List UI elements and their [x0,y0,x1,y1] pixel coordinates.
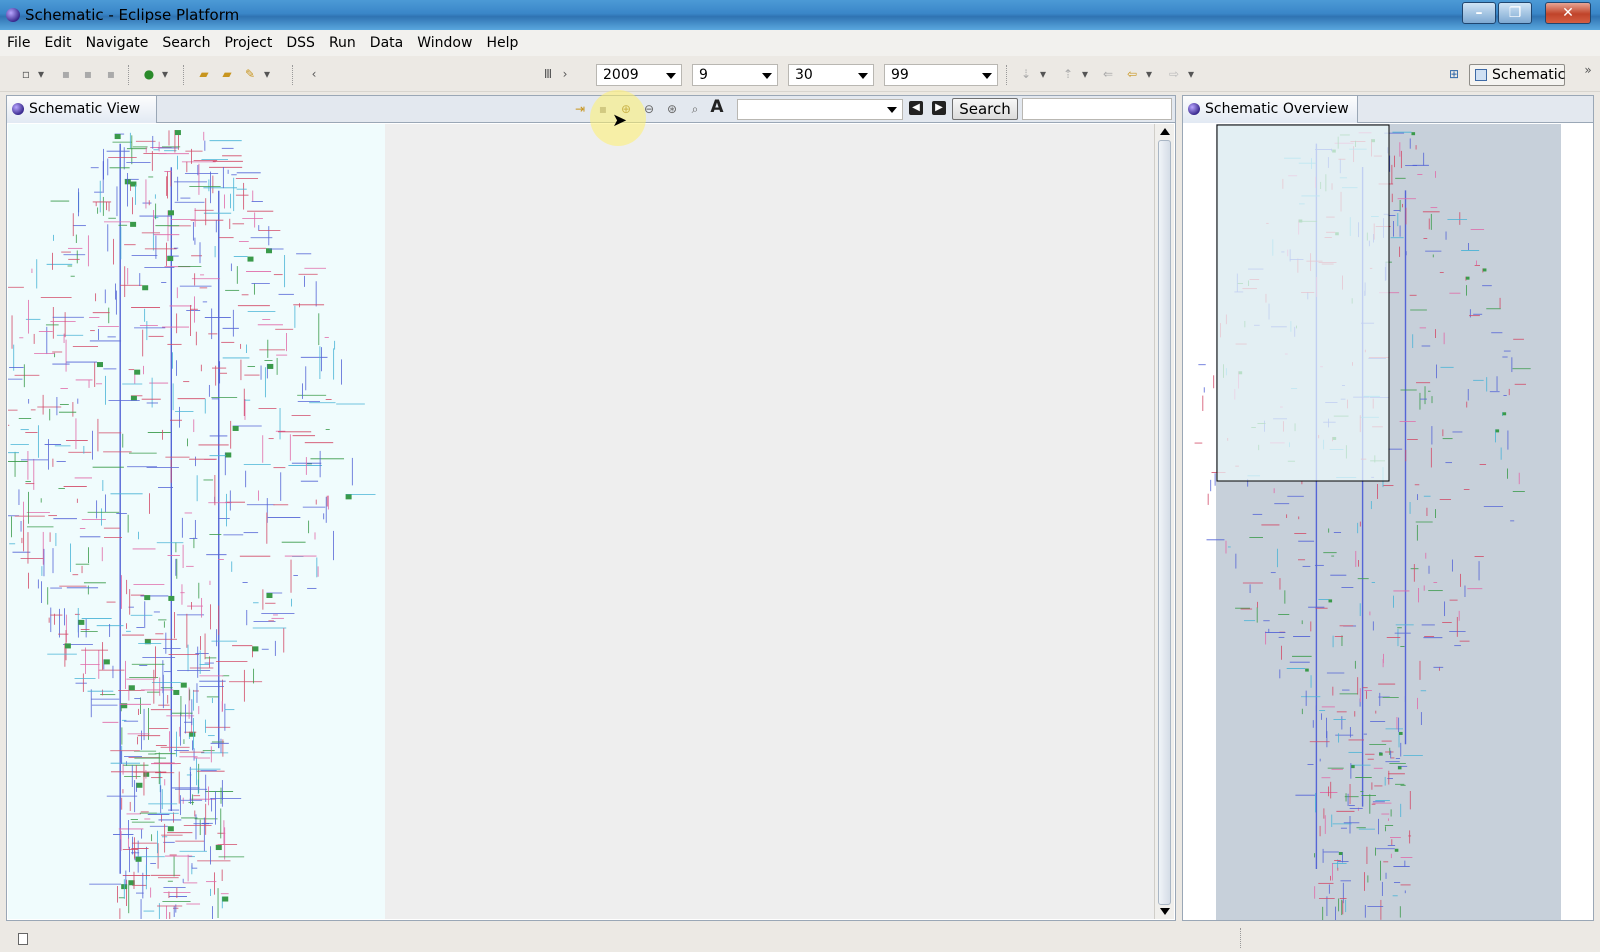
perspective-schematic-button[interactable]: Schematic [1469,64,1565,86]
schematic-overview-panel: Schematic Overview [1182,95,1594,921]
print-icon[interactable]: ▪ [103,66,119,82]
open-type-icon[interactable]: ▰ [196,66,212,82]
status-bar [0,924,1600,952]
schematic-view-panel: Schematic View ⇥ ▪ ⊕ ⊖ ⊛ ⌕ A ◀ ▶ Search [6,95,1176,921]
hour-combo[interactable]: 99 [884,64,998,86]
forward-dropdown-icon[interactable]: ▾ [1186,66,1196,82]
menu-window[interactable]: Window [410,30,479,56]
zoom-region-icon[interactable]: ⊛ [664,101,680,117]
pause-bars-icon[interactable]: Ⅲ [540,66,556,82]
main-toolbar: ▫ ▾ ▪ ▪ ▪ ● ▾ ▰ ▰ ✎ ▾ ‹ Ⅲ › 2009 9 30 99… [0,56,1600,92]
edit-pencil-icon[interactable]: ✎ [242,66,258,82]
scroll-left-icon[interactable]: ‹ [306,66,322,82]
new-icon[interactable]: ▫ [18,66,34,82]
tab-schematic-view[interactable]: Schematic View [7,96,157,123]
last-edit-icon[interactable]: ⇐ [1100,66,1116,82]
save-icon[interactable]: ▪ [58,66,74,82]
overview-viewport-rect[interactable] [1216,124,1390,482]
scroll-down-icon[interactable] [1160,908,1170,915]
eclipse-app-icon [6,8,20,22]
chevron-down-icon [762,73,772,79]
menu-edit[interactable]: Edit [37,30,78,56]
chevron-down-icon [982,73,992,79]
new-dropdown-icon[interactable]: ▾ [36,66,46,82]
prev-annotation-icon[interactable]: ⇡ [1060,66,1076,82]
menu-bar: File Edit Navigate Search Project DSS Run Data W… [0,30,1600,56]
element-type-combo[interactable] [737,99,903,120]
search-button[interactable]: Search [952,98,1018,120]
overview-canvas[interactable] [1184,124,1592,920]
view-icon [1188,103,1200,115]
scrollbar-thumb[interactable] [1158,140,1171,905]
vertical-scrollbar[interactable] [1154,124,1174,919]
forward-arrow-icon[interactable]: ⇨ [1166,66,1182,82]
day-value: 30 [795,67,813,83]
next-annotation-dropdown-icon[interactable]: ▾ [1038,66,1048,82]
minimize-button[interactable]: – [1462,2,1496,24]
toolbar-separator [1006,65,1008,85]
run-icon[interactable]: ● [141,66,157,82]
fast-view-icon[interactable] [18,933,28,945]
menu-dss[interactable]: DSS [279,30,322,56]
window-title: Schematic - Eclipse Platform [25,6,240,24]
menu-navigate[interactable]: Navigate [79,30,156,56]
run-dropdown-icon[interactable]: ▾ [160,66,170,82]
mouse-pointer-icon: ➤ [612,110,628,131]
font-icon[interactable]: A [709,99,725,116]
zoom-fit-icon[interactable]: ⌕ [687,101,703,117]
open-perspective-icon[interactable]: ⊞ [1446,66,1462,82]
next-result-icon[interactable]: ▶ [932,101,946,115]
schematic-diagram[interactable] [8,124,1154,919]
toolbar-separator [292,65,294,85]
month-combo[interactable]: 9 [692,64,778,86]
search-input[interactable] [1022,98,1172,120]
maximize-button[interactable]: ❐ [1498,2,1532,24]
open-folder-icon[interactable]: ▰ [219,66,235,82]
schematic-perspective-icon [1475,69,1487,81]
year-value: 2009 [603,67,639,83]
tab-schematic-overview[interactable]: Schematic Overview [1183,96,1358,123]
back-arrow-icon[interactable]: ⇦ [1124,66,1140,82]
day-combo[interactable]: 30 [788,64,874,86]
chevron-down-icon [887,107,897,113]
schematic-canvas[interactable] [8,124,1154,919]
tab-label: Schematic View [29,101,141,117]
overview-diagram[interactable] [1184,124,1592,920]
title-bar: Schematic - Eclipse Platform – ❐ ✕ [0,0,1600,30]
month-value: 9 [699,67,708,83]
export-icon[interactable]: ⇥ [572,101,588,117]
tab-label: Schematic Overview [1205,101,1349,117]
menu-file[interactable]: File [0,30,37,56]
menu-project[interactable]: Project [217,30,279,56]
previous-result-icon[interactable]: ◀ [909,101,923,115]
menu-run[interactable]: Run [322,30,363,56]
toolbar-separator [183,65,185,85]
prev-annotation-dropdown-icon[interactable]: ▾ [1080,66,1090,82]
hour-value: 99 [891,67,909,83]
toolbar-separator [128,65,130,85]
menu-help[interactable]: Help [479,30,525,56]
back-dropdown-icon[interactable]: ▾ [1144,66,1154,82]
perspective-label: Schematic [1492,67,1566,83]
toolbar-overflow-icon[interactable]: » [1580,62,1596,78]
view-icon [12,103,24,115]
next-annotation-icon[interactable]: ⇣ [1018,66,1034,82]
chevron-down-icon [858,73,868,79]
menu-search[interactable]: Search [155,30,217,56]
scroll-up-icon[interactable] [1160,128,1170,135]
status-separator [1240,928,1241,948]
save-all-icon[interactable]: ▪ [80,66,96,82]
chevron-down-icon [666,73,676,79]
edit-dropdown-icon[interactable]: ▾ [262,66,272,82]
scroll-right-icon[interactable]: › [560,66,570,82]
schematic-overview-tabbar: Schematic Overview [1183,96,1593,123]
close-button[interactable]: ✕ [1545,2,1591,24]
menu-data[interactable]: Data [363,30,410,56]
year-combo[interactable]: 2009 [596,64,682,86]
